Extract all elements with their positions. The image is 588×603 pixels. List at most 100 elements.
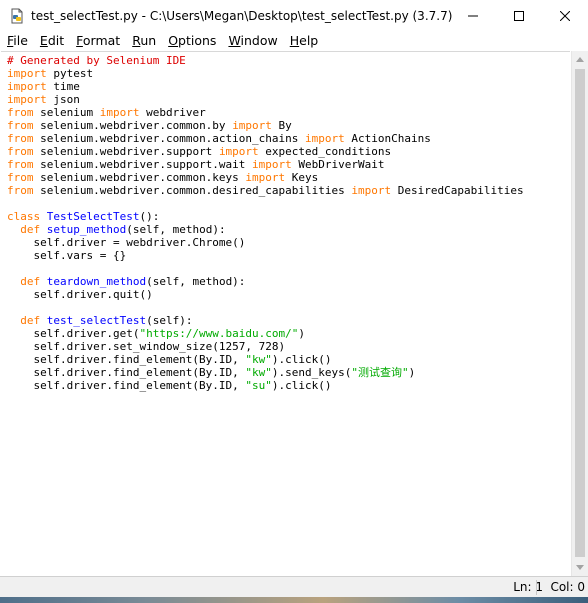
code-token: (): (139, 210, 160, 223)
menu-window[interactable]: Window (221, 31, 282, 51)
code-token: Keys (285, 171, 319, 184)
code-token: selenium.webdriver.support.wait (33, 158, 253, 171)
code-text[interactable]: # Generated by Selenium IDE import pytest… (1, 52, 570, 392)
code-line: import time (7, 80, 570, 93)
code-editor[interactable]: # Generated by Selenium IDE import pytest… (1, 51, 570, 577)
code-token: selenium.webdriver.common.keys (33, 171, 246, 184)
code-line: from selenium.webdriver.common.keys impo… (7, 171, 570, 184)
code-token: ).click() (271, 379, 332, 392)
code-token: setup_method (46, 223, 127, 236)
code-token: ) (408, 366, 416, 379)
code-token: ).click() (271, 353, 332, 366)
code-token: self.driver.find_element(By.ID, (7, 366, 246, 379)
code-token: self.vars = {} (7, 249, 127, 262)
code-token: self.driver.get( (7, 327, 140, 340)
code-token: TestSelectTest (46, 210, 140, 223)
code-line: class TestSelectTest(): (7, 210, 570, 223)
code-token: import (99, 106, 140, 119)
scroll-down-icon[interactable] (576, 565, 584, 570)
code-line: # Generated by Selenium IDE (7, 54, 570, 67)
code-token: import (245, 171, 286, 184)
code-line: self.vars = {} (7, 249, 570, 262)
menu-run[interactable]: Run (125, 31, 161, 51)
code-line: from selenium.webdriver.common.action_ch… (7, 132, 570, 145)
cursor-column: Col: 0 (550, 580, 585, 594)
code-token: import (305, 132, 345, 145)
menu-bar: File Edit Format Run Options Window Help (0, 31, 588, 51)
code-line: self.driver = webdriver.Chrome() (7, 236, 570, 249)
status-bar: Ln: 1 Col: 0 (0, 576, 588, 598)
code-token: def (20, 223, 41, 236)
code-token: "su" (245, 379, 272, 392)
code-token: import (218, 145, 259, 158)
minimize-button[interactable] (450, 0, 496, 31)
minimize-icon (468, 15, 478, 16)
code-token: import (7, 93, 47, 106)
code-token: class (7, 210, 41, 223)
code-line: self.driver.get("https://www.baidu.com/"… (7, 327, 570, 340)
maximize-button[interactable] (496, 0, 542, 31)
code-token: selenium (33, 106, 100, 119)
desktop-background (0, 597, 588, 603)
code-token: self.driver.quit() (7, 288, 153, 301)
code-token: # Generated by Selenium IDE (7, 54, 186, 67)
code-token: def (20, 275, 41, 288)
code-token: "https://www.baidu.com/" (139, 327, 299, 340)
code-token: import (351, 184, 392, 197)
code-token: "测试查询" (351, 366, 409, 379)
code-token: self.driver = webdriver.Chrome() (7, 236, 246, 249)
code-token: json (46, 93, 80, 106)
code-token: "kw" (245, 366, 272, 379)
code-token: time (46, 80, 80, 93)
code-token: import (232, 119, 272, 132)
code-token: (self, method): (146, 275, 246, 288)
menu-file[interactable]: File (0, 31, 33, 51)
code-token: from (7, 158, 34, 171)
code-token: DesiredCapabilities (391, 184, 524, 197)
code-token: webdriver (139, 106, 206, 119)
code-line: self.driver.quit() (7, 288, 570, 301)
menu-options[interactable]: Options (161, 31, 221, 51)
code-token: ).send_keys( (271, 366, 352, 379)
code-token: selenium.webdriver.common.action_chains (33, 132, 306, 145)
code-token: expected_conditions (258, 145, 392, 158)
code-token: (self, method): (126, 223, 226, 236)
code-token: ActionChains (344, 132, 431, 145)
cursor-line: Ln: 1 (513, 580, 543, 594)
code-token: WebDriverWait (291, 158, 385, 171)
menu-format[interactable]: Format (69, 31, 125, 51)
code-token: self.driver.set_window_size(1257, 728) (7, 340, 286, 353)
python-file-icon (9, 8, 25, 24)
code-line: self.driver.find_element(By.ID, "kw").cl… (7, 353, 570, 366)
code-line: def test_selectTest(self): (7, 314, 570, 327)
code-token: from (7, 119, 34, 132)
scroll-up-icon[interactable] (576, 57, 584, 62)
code-line: from selenium import webdriver (7, 106, 570, 119)
code-token: import (252, 158, 292, 171)
code-token: import (7, 67, 47, 80)
code-line: from selenium.webdriver.support import e… (7, 145, 570, 158)
code-token: (self): (146, 314, 193, 327)
code-token: pytest (46, 67, 94, 80)
code-token: selenium.webdriver.support (33, 145, 219, 158)
title-bar[interactable]: test_selectTest.py - C:\Users\Megan\Desk… (0, 0, 588, 31)
close-button[interactable] (542, 0, 588, 31)
menu-edit[interactable]: Edit (33, 31, 69, 51)
maximize-icon (514, 10, 524, 21)
status-separator (536, 580, 537, 595)
menu-help[interactable]: Help (283, 31, 324, 51)
vertical-scrollbar[interactable] (571, 51, 588, 576)
code-line: self.driver.find_element(By.ID, "kw").se… (7, 366, 570, 379)
code-line: from selenium.webdriver.common.by import… (7, 119, 570, 132)
window-title: test_selectTest.py - C:\Users\Megan\Desk… (31, 8, 453, 23)
scrollbar-thumb[interactable] (575, 69, 585, 557)
code-line: self.driver.set_window_size(1257, 728) (7, 340, 570, 353)
